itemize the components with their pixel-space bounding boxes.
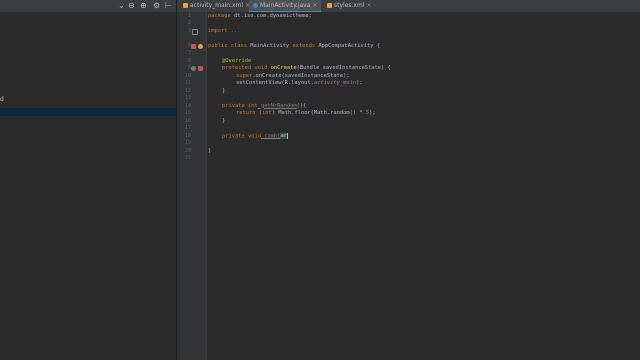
line-number: 10 xyxy=(184,72,191,79)
line-number: 3 xyxy=(187,27,191,34)
tab-main-activity-java[interactable]: MainActivity.java × xyxy=(249,0,321,12)
line-number: 15 xyxy=(184,110,191,116)
code-line-close-brace[interactable]: } xyxy=(222,88,225,96)
keyword: int xyxy=(261,110,272,116)
line-number: 11 xyxy=(184,80,191,86)
close-icon[interactable]: × xyxy=(312,2,317,9)
project-panel: ⌄ ⊖ ⊕ ⚙ ⊢ d xyxy=(0,0,177,360)
code-text: .onCreate(savedInstanceState); xyxy=(252,72,350,79)
settings-gear-icon[interactable]: ⚙ xyxy=(153,1,160,11)
keyword: return xyxy=(236,110,256,116)
code-line-import[interactable]: import ... xyxy=(208,28,240,36)
keyword: extends xyxy=(292,42,316,49)
code-text: ) Math.floor(Math.random() * xyxy=(271,110,366,116)
code-line-cambiar[interactable]: private void cambiar xyxy=(222,132,288,141)
java-class-icon xyxy=(253,3,258,8)
code-line-super-call[interactable]: super.onCreate(savedInstanceState); xyxy=(236,73,350,81)
tab-activity-main-xml[interactable]: activity_main.xml × xyxy=(179,0,250,12)
line-number: 8 xyxy=(187,57,191,64)
line-number: 7 xyxy=(187,50,191,56)
keyword: package xyxy=(208,12,231,19)
line-number: 1 xyxy=(187,12,191,19)
line-number: 6 xyxy=(187,42,191,49)
tree-item-fragment[interactable]: d xyxy=(0,96,4,104)
keyword: super xyxy=(236,72,253,79)
line-number: 9 xyxy=(187,65,191,71)
xml-file-icon xyxy=(327,3,332,8)
tab-styles-xml[interactable]: styles.xml × xyxy=(323,0,372,12)
code-text: ); xyxy=(356,80,363,86)
code-line-return[interactable]: return (int) Math.floor(Math.random() * … xyxy=(236,110,376,118)
code-line-oncreate[interactable]: protected void onCreate(Bundle savedInst… xyxy=(222,65,391,73)
fold-icon[interactable] xyxy=(192,29,198,35)
code-text: } xyxy=(208,147,212,154)
tree-item-selected[interactable] xyxy=(0,108,176,116)
code-text: ... xyxy=(227,27,241,34)
code-text: dt.iso.com.dynamictheme; xyxy=(230,12,312,19)
code-text: (){ xyxy=(296,102,307,109)
line-number: 13 xyxy=(184,95,191,101)
code-line-class-declaration[interactable]: public class MainActivity extends AppCom… xyxy=(208,43,380,51)
code-line-annotation[interactable]: @Override xyxy=(222,58,251,66)
line-number: 21 xyxy=(184,155,191,161)
line-number: 12 xyxy=(184,87,191,94)
annotation: @Override xyxy=(222,57,252,64)
text-caret xyxy=(286,132,288,139)
run-class-icon[interactable] xyxy=(191,43,196,49)
tab-label: styles.xml xyxy=(334,2,365,9)
xml-file-icon xyxy=(183,3,188,8)
line-number: 18 xyxy=(184,132,191,139)
code-text: ); xyxy=(369,110,376,116)
line-number: 16 xyxy=(184,117,191,124)
line-number: 14 xyxy=(184,102,191,109)
keyword: protected void xyxy=(222,65,268,71)
keyword: public class xyxy=(208,42,247,49)
code-text: AppCompatActivity { xyxy=(315,42,381,49)
overridden-method-icon[interactable] xyxy=(198,66,203,71)
code-line-close-brace[interactable]: } xyxy=(222,118,225,126)
code-line-class-close[interactable]: } xyxy=(208,148,211,156)
code-text: } xyxy=(222,87,226,94)
keyword: import xyxy=(208,27,228,34)
method-name: getNrRandom xyxy=(257,102,297,109)
line-number: 19 xyxy=(184,140,191,146)
code-line-getnrrandom[interactable]: private int getNrRandom(){ xyxy=(222,103,306,111)
code-text: (Bundle savedInstanceState) { xyxy=(296,65,391,71)
code-line-setcontentview[interactable]: setContentView(R.layout.activity_main); xyxy=(236,80,363,88)
method-name: cambi xyxy=(260,133,281,139)
tab-label: activity_main.xml xyxy=(190,2,244,9)
override-marker-icon[interactable] xyxy=(191,66,196,71)
code-text: setContentView(R.layout. xyxy=(236,80,314,86)
keyword: private int xyxy=(222,102,258,109)
code-line-package[interactable]: package dt.iso.com.dynamictheme; xyxy=(208,13,312,21)
ide-window: ⌄ ⊖ ⊕ ⚙ ⊢ d activity_main.xml × MainActiv… xyxy=(0,0,640,360)
structure-icon[interactable] xyxy=(198,43,203,49)
method-name: onCreate xyxy=(267,65,297,71)
class-name: MainActivity xyxy=(246,42,293,49)
line-number: 2 xyxy=(187,20,191,26)
project-toolbar: ⌄ ⊖ ⊕ ⚙ ⊢ xyxy=(0,0,176,13)
dropdown-icon[interactable]: ⌄ xyxy=(118,1,125,11)
close-icon[interactable]: × xyxy=(366,2,371,9)
line-number: 17 xyxy=(184,125,191,131)
line-number: 20 xyxy=(184,147,191,154)
keyword: private void xyxy=(222,133,261,139)
scroll-from-source-icon[interactable]: ⊕ xyxy=(140,1,147,11)
collapse-icon[interactable]: ⊖ xyxy=(128,1,135,11)
code-text: } xyxy=(222,117,226,124)
tab-label: MainActivity.java xyxy=(260,2,311,9)
hide-panel-icon[interactable]: ⊢ xyxy=(165,1,172,11)
static-field: activity_main xyxy=(313,80,357,86)
